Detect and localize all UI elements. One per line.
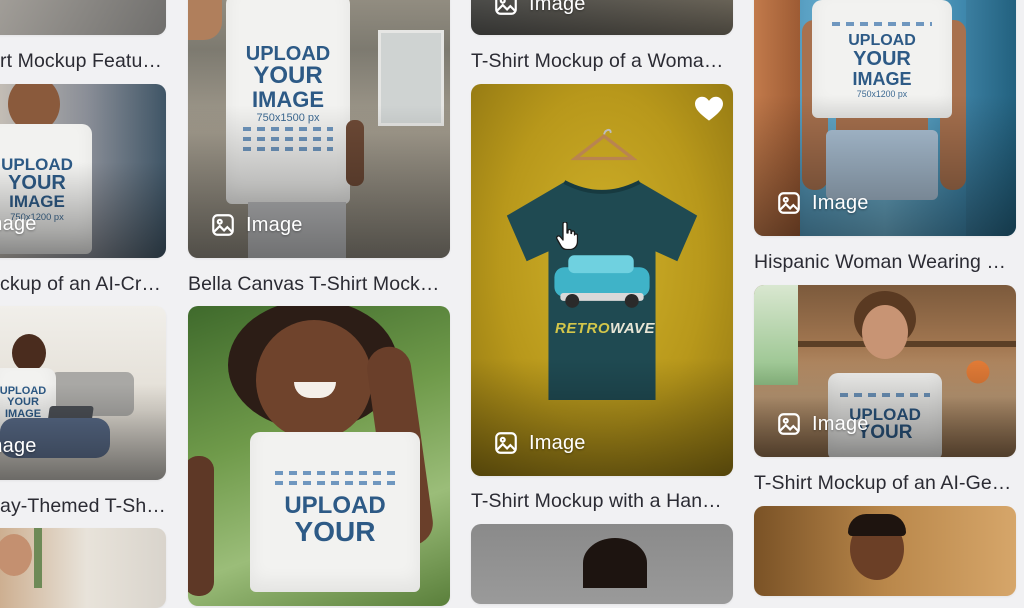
card-title[interactable]: ckup of an AI-Cre… (0, 272, 166, 296)
mockup-card-c3-r2[interactable] (754, 506, 1016, 596)
image-type-label: Image (0, 435, 37, 457)
mockup-card-c0-r3[interactable] (0, 528, 166, 608)
image-type-badge: Image (210, 212, 303, 238)
image-icon (212, 214, 234, 236)
arm (188, 0, 222, 40)
image-type-label: Image (246, 213, 303, 236)
mockup-card-c0-r2[interactable]: UPLOAD YOUR IMAGE Image (0, 306, 166, 480)
blank-tshirt: UPLOAD YOUR IMAGE 750x1500 px (226, 0, 350, 204)
hanging-pans (950, 347, 1006, 397)
image-type-badge: Image (0, 213, 37, 236)
image-type-badge: Image (493, 430, 586, 456)
blank-tshirt: UPLOAD YOUR (250, 432, 420, 592)
mockup-card-c1-r1[interactable]: UPLOAD YOUR (188, 306, 450, 606)
image-icon (495, 0, 517, 15)
arm (346, 120, 364, 186)
mockup-card-c2-r0[interactable]: Image (471, 0, 733, 35)
mockup-card-c1-r0[interactable]: UPLOAD YOUR IMAGE 750x1500 px Image (188, 0, 450, 258)
image-icon (778, 192, 800, 214)
image-type-label: Image (529, 431, 586, 454)
mockup-card-c3-r0[interactable]: UPLOAD YOUR IMAGE 750x1200 px Image (754, 0, 1016, 236)
card-title[interactable]: Bella Canvas T-Shirt Mocku… (188, 272, 450, 296)
mockup-card-retrowave[interactable]: RETROWAVE Image (471, 84, 733, 476)
card-title[interactable]: T-Shirt Mockup with a Han… (471, 489, 733, 513)
teal-tshirt (506, 180, 698, 401)
image-icon (495, 432, 517, 454)
card-title[interactable]: rt Mockup Featu… (0, 49, 166, 73)
wood-plank (966, 0, 1016, 236)
image-type-badge: Image (493, 0, 586, 17)
image-icon (778, 413, 800, 435)
model-face (256, 320, 372, 440)
shirt-print-text: RETROWAVE (555, 320, 656, 337)
mockup-card-c0-r1[interactable]: UPLOAD YOUR IMAGE 750x1200 px Image (0, 84, 166, 258)
hand-pointer-icon (556, 222, 578, 250)
mockup-card-c3-r1[interactable]: UPLOAD YOUR Image (754, 285, 1016, 457)
window-light (754, 285, 798, 385)
image-type-badge: Image (0, 435, 37, 458)
model-face (12, 334, 46, 372)
card-title[interactable]: ay-Themed T-Shi… (0, 494, 166, 518)
card-title[interactable]: Hispanic Woman Wearing … (754, 250, 1016, 274)
model-face (862, 305, 908, 359)
image-type-label: Image (812, 412, 869, 435)
image-type-label: Image (812, 191, 869, 214)
hair (583, 538, 647, 588)
image-type-label: Image (0, 213, 37, 235)
image-type-badge: Image (776, 411, 869, 437)
card-title[interactable]: T-Shirt Mockup of an AI-Ge… (754, 471, 1016, 495)
hair (848, 514, 906, 536)
card-title[interactable]: T-Shirt Mockup of a Woma… (471, 49, 733, 73)
hanger (571, 128, 637, 161)
mockup-card-c2-r2[interactable] (471, 524, 733, 604)
plant (34, 528, 42, 588)
arm (188, 456, 214, 596)
image-type-label: Image (529, 0, 586, 15)
blank-tshirt: UPLOAD YOUR IMAGE 750x1200 px (812, 0, 952, 118)
mockup-card-c0-r0[interactable] (0, 0, 166, 35)
image-type-badge: Image (776, 190, 869, 216)
building-window (378, 30, 444, 126)
heart-icon[interactable] (695, 96, 723, 122)
